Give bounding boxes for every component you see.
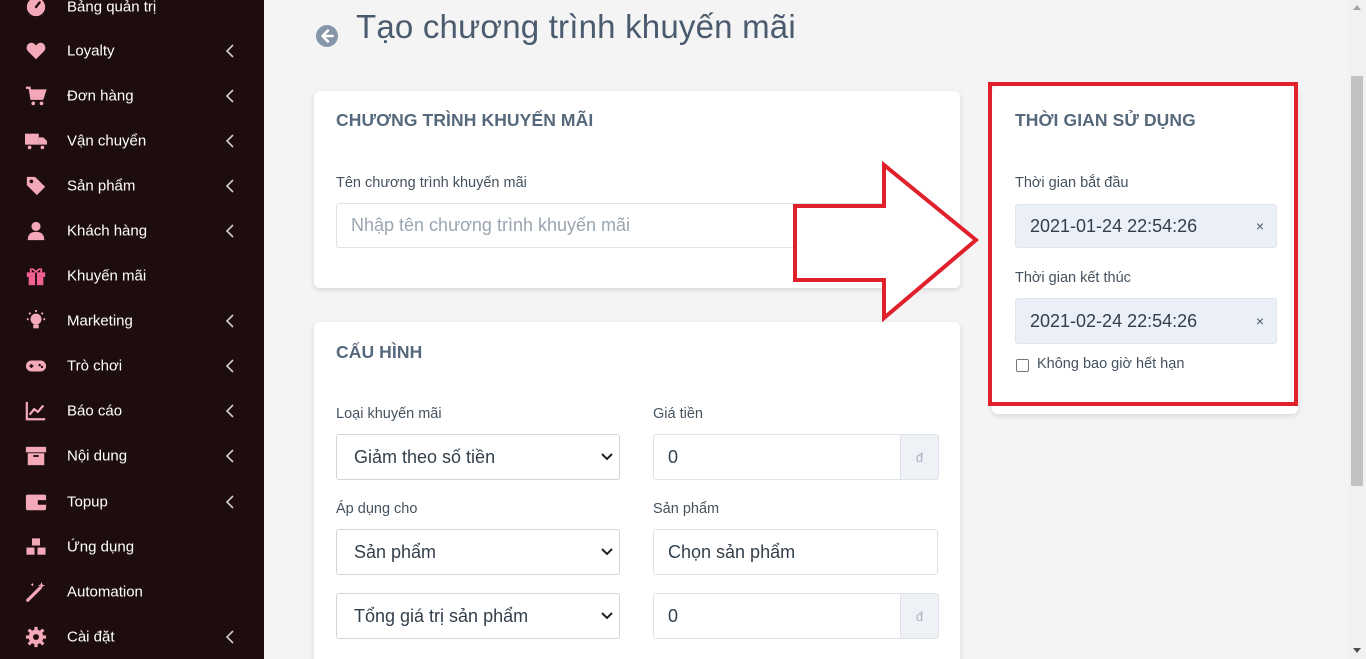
chevron-left-icon bbox=[225, 448, 235, 463]
chevron-left-icon bbox=[225, 358, 235, 373]
sidebar-item-label: Automation bbox=[67, 583, 143, 600]
chevron-left-icon bbox=[225, 88, 235, 103]
condition-value: Tổng giá trị sản phẩm bbox=[354, 605, 529, 626]
wallet-icon bbox=[24, 491, 48, 513]
sidebar-item-shipping[interactable]: Vận chuyển bbox=[0, 118, 264, 163]
sidebar-item-promotions[interactable]: Khuyến mãi bbox=[0, 253, 264, 298]
truck-icon bbox=[24, 130, 48, 152]
sidebar-item-label: Marketing bbox=[67, 312, 133, 329]
sidebar-item-label: Loyalty bbox=[67, 42, 115, 59]
product-picker[interactable]: Chọn sản phẩm bbox=[653, 529, 938, 575]
sidebar-item-label: Cài đặt bbox=[67, 628, 115, 645]
apply-for-label: Áp dụng cho bbox=[336, 501, 418, 517]
sidebar-item-label: Sản phẩm bbox=[67, 177, 136, 194]
sidebar-item-label: Ứng dụng bbox=[67, 538, 135, 555]
price-input[interactable]: 0 bbox=[653, 434, 901, 480]
dashboard-icon bbox=[24, 0, 48, 18]
sidebar-item-label: Topup bbox=[67, 493, 108, 510]
apply-for-value: Sản phẩm bbox=[354, 541, 437, 562]
chevron-down-icon bbox=[601, 453, 613, 461]
user-icon bbox=[24, 220, 48, 242]
promo-type-select[interactable]: Giảm theo số tiền bbox=[336, 434, 620, 480]
chevron-left-icon bbox=[225, 43, 235, 58]
config-card: CẤU HÌNH Loại khuyến mãi Giảm theo số ti… bbox=[314, 322, 960, 659]
sidebar: Bảng quản trị Loyalty Đơn hàng Vận chuyể… bbox=[0, 0, 264, 659]
sidebar-item-loyalty[interactable]: Loyalty bbox=[0, 28, 264, 73]
sidebar-item-orders[interactable]: Đơn hàng bbox=[0, 73, 264, 118]
sidebar-item-label: Báo cáo bbox=[67, 402, 123, 419]
chevron-left-icon bbox=[225, 403, 235, 418]
currency-addon: đ bbox=[901, 434, 939, 480]
highlight-frame bbox=[988, 82, 1298, 406]
sidebar-item-reports[interactable]: Báo cáo bbox=[0, 388, 264, 433]
sidebar-item-topup[interactable]: Topup bbox=[0, 479, 264, 524]
scroll-thumb[interactable] bbox=[1351, 76, 1363, 486]
sidebar-item-products[interactable]: Sản phẩm bbox=[0, 163, 264, 208]
sidebar-item-dashboard[interactable]: Bảng quản trị bbox=[0, 0, 264, 29]
sidebar-item-automation[interactable]: Automation bbox=[0, 569, 264, 614]
gift-icon bbox=[24, 265, 48, 287]
sidebar-item-customers[interactable]: Khách hàng bbox=[0, 208, 264, 253]
archive-icon bbox=[24, 445, 48, 467]
scroll-down-icon[interactable] bbox=[1353, 648, 1361, 653]
chevron-down-icon bbox=[601, 548, 613, 556]
red-arrow-annotation bbox=[793, 160, 980, 322]
sidebar-item-apps[interactable]: Ứng dụng bbox=[0, 524, 264, 569]
gamepad-icon bbox=[24, 355, 48, 377]
sidebar-item-label: Đơn hàng bbox=[67, 87, 134, 104]
chevron-left-icon bbox=[225, 494, 235, 509]
scroll-up-icon[interactable] bbox=[1353, 5, 1361, 10]
page-title: Tạo chương trình khuyến mãi bbox=[356, 8, 796, 45]
condition-amount-input[interactable]: 0 bbox=[653, 593, 901, 639]
promo-type-label: Loại khuyến mãi bbox=[336, 406, 442, 422]
sidebar-item-games[interactable]: Trò chơi bbox=[0, 343, 264, 388]
cubes-icon bbox=[24, 536, 48, 558]
lightbulb-icon bbox=[24, 309, 48, 332]
cart-icon bbox=[24, 85, 48, 107]
product-label: Sản phẩm bbox=[653, 501, 720, 517]
price-label: Giá tiền bbox=[653, 406, 703, 422]
card-title: CẤU HÌNH bbox=[336, 342, 423, 362]
sidebar-item-label: Nội dung bbox=[67, 447, 128, 464]
chevron-left-icon bbox=[225, 629, 235, 644]
promo-name-label: Tên chương trình khuyến mãi bbox=[336, 175, 527, 191]
chevron-left-icon bbox=[225, 313, 235, 328]
chart-line-icon bbox=[24, 400, 48, 422]
sidebar-item-settings[interactable]: Cài đặt bbox=[0, 614, 264, 659]
sidebar-item-label: Vận chuyển bbox=[67, 132, 147, 149]
gear-icon bbox=[24, 626, 48, 648]
condition-select[interactable]: Tổng giá trị sản phẩm bbox=[336, 593, 620, 639]
sidebar-item-label: Bảng quản trị bbox=[67, 0, 157, 15]
tag-icon bbox=[24, 175, 48, 197]
arrow-circle-left-icon[interactable] bbox=[315, 24, 339, 48]
page-scrollbar[interactable] bbox=[1349, 0, 1366, 659]
promo-type-value: Giảm theo số tiền bbox=[354, 446, 496, 467]
card-title: CHƯƠNG TRÌNH KHUYẾN MÃI bbox=[336, 110, 594, 130]
sidebar-item-label: Khách hàng bbox=[67, 222, 148, 239]
magic-wand-icon bbox=[24, 581, 48, 603]
heart-icon bbox=[24, 40, 48, 62]
chevron-left-icon bbox=[225, 178, 235, 193]
chevron-down-icon bbox=[601, 612, 613, 620]
sidebar-item-label: Trò chơi bbox=[67, 357, 123, 374]
chevron-left-icon bbox=[225, 223, 235, 238]
sidebar-item-marketing[interactable]: Marketing bbox=[0, 298, 264, 343]
sidebar-item-content[interactable]: Nội dung bbox=[0, 433, 264, 478]
currency-addon: đ bbox=[901, 593, 939, 639]
sidebar-item-label: Khuyến mãi bbox=[67, 267, 147, 284]
chevron-left-icon bbox=[225, 133, 235, 148]
apply-for-select[interactable]: Sản phẩm bbox=[336, 529, 620, 575]
